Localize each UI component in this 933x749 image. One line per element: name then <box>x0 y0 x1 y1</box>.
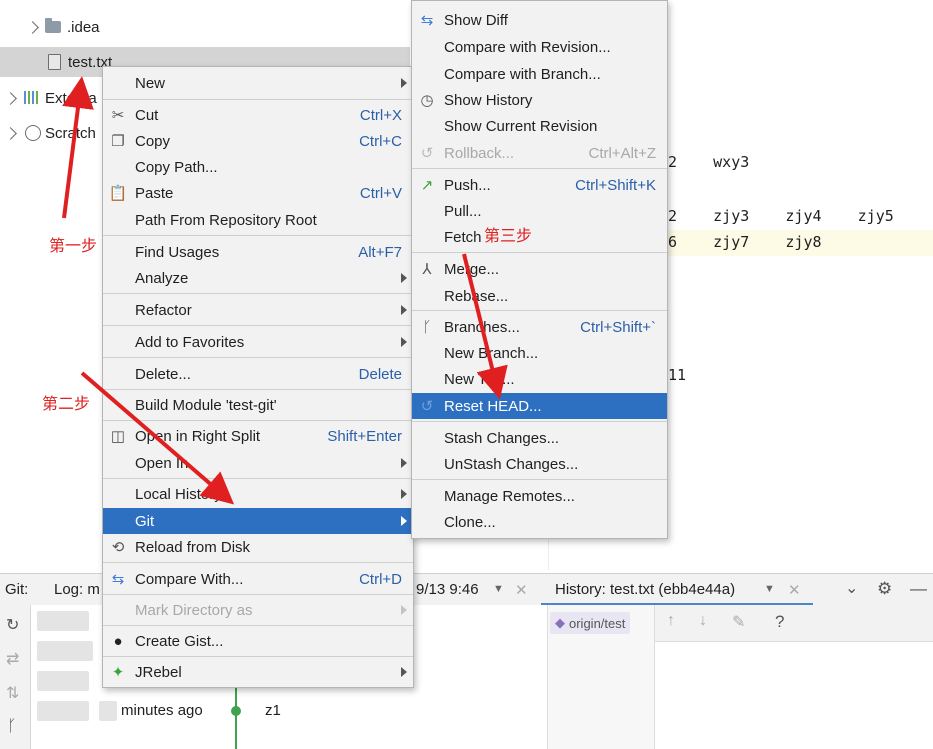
annotation-arrow-step3 <box>462 253 508 400</box>
annotation-step1: 第一步 <box>49 238 98 255</box>
annotation-arrow-step1 <box>62 76 94 219</box>
annotation-step2: 第二步 <box>42 396 91 413</box>
annotation-arrow-step2 <box>80 371 235 505</box>
annotation-step3: 第三步 <box>484 228 533 245</box>
annotation-arrows <box>62 76 508 505</box>
